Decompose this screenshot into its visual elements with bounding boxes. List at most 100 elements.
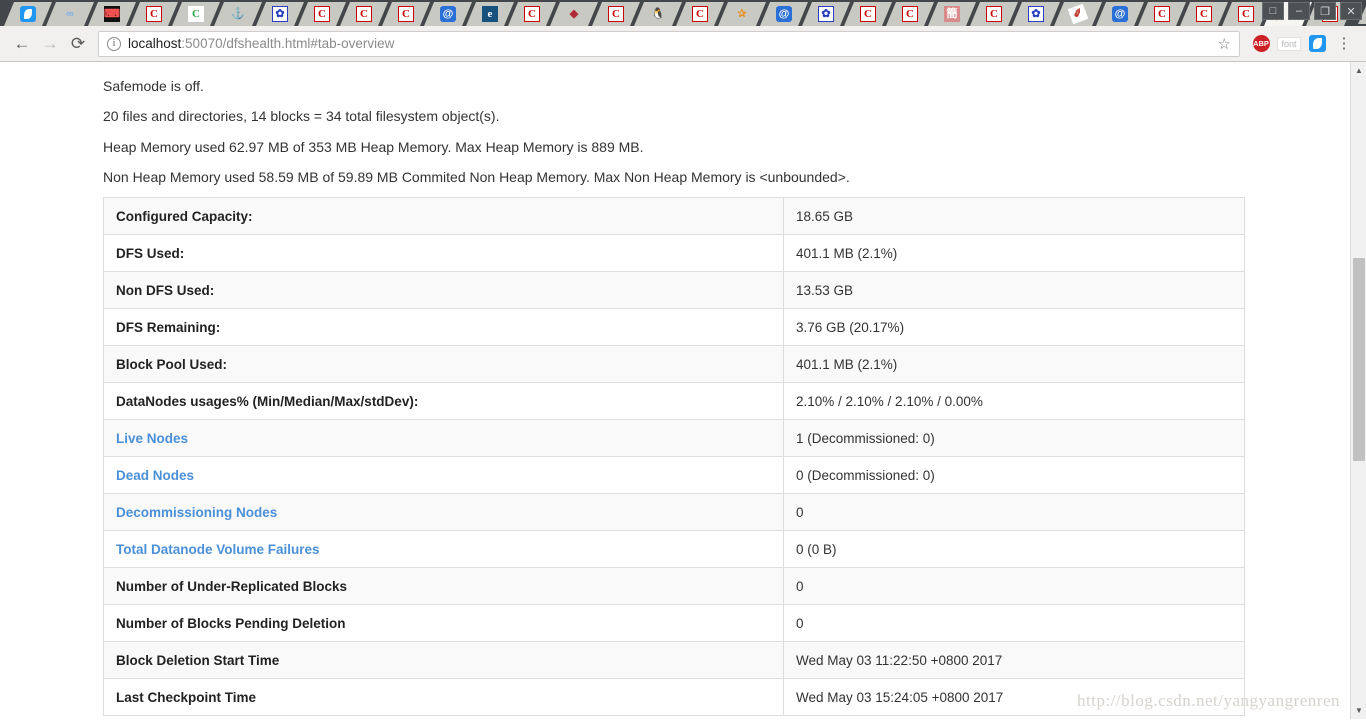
c-red-icon: C <box>314 6 330 22</box>
browser-tab[interactable]: ✿ <box>1012 2 1060 26</box>
table-row: Configured Capacity: 18.65 GB <box>103 197 1245 236</box>
browser-tab[interactable]: C <box>970 2 1018 26</box>
table-row: Decommissioning Nodes 0 <box>103 493 1245 532</box>
scroll-down-arrow[interactable]: ▼ <box>1351 702 1366 719</box>
page-viewport: Safemode is off. 20 files and directorie… <box>0 62 1366 719</box>
table-row: Non DFS Used: 13.53 GB <box>103 271 1245 310</box>
abp-icon: ABP <box>1252 35 1270 52</box>
browser-tab[interactable]: ✰ <box>718 2 766 26</box>
site-info-icon[interactable]: i <box>107 36 121 51</box>
row-label-link[interactable]: Dead Nodes <box>116 468 194 483</box>
table-row: DFS Used: 401.1 MB (2.1%) <box>103 234 1245 273</box>
minimize-button[interactable]: – <box>1288 2 1310 20</box>
non-heap-memory-summary: Non Heap Memory used 58.59 MB of 59.89 M… <box>103 168 850 185</box>
browser-tab[interactable]: ✐ <box>1054 2 1102 26</box>
url-host: localhost <box>128 36 182 51</box>
chrome-menu-button[interactable]: ⋮ <box>1330 30 1358 58</box>
row-label: Configured Capacity: <box>103 197 784 236</box>
infinity-icon: ∞ <box>66 7 74 20</box>
c-red-icon: C <box>692 6 708 22</box>
window-controls: □ – ❐ ✕ <box>1262 2 1362 20</box>
table-row: Total Datanode Volume Failures 0 (0 B) <box>103 530 1245 569</box>
row-label: Decommissioning Nodes <box>103 493 784 532</box>
row-label: Number of Under-Replicated Blocks <box>103 567 784 606</box>
row-value: 0 (Decommissioned: 0) <box>783 456 1245 495</box>
jian-icon: 簡 <box>944 6 960 22</box>
c-red-icon: C <box>986 6 1002 22</box>
safemode-status: Safemode is off. <box>103 78 204 94</box>
table-row: Block Deletion Start Time Wed May 03 11:2… <box>103 641 1245 680</box>
tabs-container: ∞⌨CC⚓✿CCC@eC◆C🐧C✰@✿CC簡C✿✐@CCC×C <box>4 2 1348 26</box>
table-row: Number of Blocks Pending Deletion 0 <box>103 604 1245 643</box>
row-value: 1 (Decommissioned: 0) <box>783 419 1245 458</box>
browser-tab[interactable]: C <box>130 2 178 26</box>
font-extension-button[interactable]: font <box>1276 31 1302 57</box>
browser-tab[interactable]: @ <box>424 2 472 26</box>
browser-tab[interactable]: ✿ <box>256 2 304 26</box>
browser-tab[interactable]: ✿ <box>802 2 850 26</box>
browser-tab[interactable]: 🐧 <box>634 2 682 26</box>
c-red-icon: C <box>1154 6 1170 22</box>
row-label-link[interactable]: Decommissioning Nodes <box>116 505 277 520</box>
profile-button[interactable]: □ <box>1262 2 1284 20</box>
row-label-link[interactable]: Total Datanode Volume Failures <box>116 542 320 557</box>
c-red-icon: C <box>146 6 162 22</box>
browser-tab[interactable]: C <box>844 2 892 26</box>
browser-tab[interactable]: C <box>676 2 724 26</box>
vertical-scrollbar[interactable]: ▲ ▼ <box>1350 62 1366 719</box>
reload-button[interactable]: ⟳ <box>64 30 92 58</box>
tab-strip: ∞⌨CC⚓✿CCC@eC◆C🐧C✰@✿CC簡C✿✐@CCC×C □ – ❐ ✕ <box>0 0 1366 26</box>
browser-toolbar: ← → ⟳ i localhost :50070/dfshealth.html#… <box>0 26 1366 62</box>
table-row: Block Pool Used: 401.1 MB (2.1%) <box>103 345 1245 384</box>
c-green-icon: C <box>188 6 204 22</box>
browser-tab[interactable]: @ <box>760 2 808 26</box>
c-red-icon: C <box>1238 6 1254 22</box>
c-red-icon: C <box>608 6 624 22</box>
forward-button[interactable]: → <box>36 30 64 58</box>
filesystem-objects-summary: 20 files and directories, 14 blocks = 34… <box>103 108 500 125</box>
at-circle-icon: @ <box>440 6 456 22</box>
kebab-menu-icon: ⋮ <box>1336 34 1352 52</box>
back-button[interactable]: ← <box>8 30 36 58</box>
scrollbar-thumb[interactable] <box>1353 258 1365 461</box>
blue-drop-icon <box>1308 35 1326 52</box>
browser-tab[interactable]: C <box>1180 2 1228 26</box>
browser-tab[interactable]: C <box>382 2 430 26</box>
browser-tab[interactable]: C <box>1138 2 1186 26</box>
browser-tab[interactable]: ⚓ <box>214 2 262 26</box>
browser-tab[interactable]: C <box>340 2 388 26</box>
browser-tab[interactable]: C <box>592 2 640 26</box>
anchor-icon: ⚓ <box>231 7 245 20</box>
browser-tab[interactable] <box>4 2 52 26</box>
browser-tab[interactable]: 簡 <box>928 2 976 26</box>
maximize-button[interactable]: ❐ <box>1314 2 1336 20</box>
row-value: 0 (0 B) <box>783 530 1245 569</box>
browser-window: ∞⌨CC⚓✿CCC@eC◆C🐧C✰@✿CC簡C✿✐@CCC×C □ – ❐ ✕ … <box>0 0 1366 720</box>
browser-tab[interactable]: @ <box>1096 2 1144 26</box>
browser-tab[interactable]: C <box>298 2 346 26</box>
row-value: 18.65 GB <box>783 197 1245 236</box>
row-label: DataNodes usages% (Min/Median/Max/stdDev… <box>103 382 784 421</box>
row-value: Wed May 03 11:22:50 +0800 2017 <box>783 641 1245 680</box>
table-row: DataNodes usages% (Min/Median/Max/stdDev… <box>103 382 1245 421</box>
browser-tab[interactable]: C <box>172 2 220 26</box>
row-value: 401.1 MB (2.1%) <box>783 234 1245 273</box>
row-label: DFS Remaining: <box>103 308 784 347</box>
browser-tab[interactable]: ⌨ <box>88 2 136 26</box>
browser-tab[interactable]: C <box>508 2 556 26</box>
heap-memory-summary: Heap Memory used 62.97 MB of 353 MB Heap… <box>103 138 644 155</box>
browser-tab[interactable]: ∞ <box>46 2 94 26</box>
bookmark-star-icon[interactable]: ☆ <box>1218 35 1231 53</box>
row-label: Block Pool Used: <box>103 345 784 384</box>
browser-tab[interactable]: ◆ <box>550 2 598 26</box>
row-value: 401.1 MB (2.1%) <box>783 345 1245 384</box>
close-window-button[interactable]: ✕ <box>1340 2 1362 20</box>
adblock-extension-button[interactable]: ABP <box>1248 31 1274 57</box>
browser-tab[interactable]: C <box>886 2 934 26</box>
browser-tab[interactable]: e <box>466 2 514 26</box>
blue-drop-icon <box>20 6 36 22</box>
scroll-up-arrow[interactable]: ▲ <box>1351 62 1366 79</box>
blue-extension-button[interactable] <box>1304 31 1330 57</box>
address-bar[interactable]: i localhost :50070/dfshealth.html#tab-ov… <box>98 30 1240 57</box>
row-label-link[interactable]: Live Nodes <box>116 431 188 446</box>
